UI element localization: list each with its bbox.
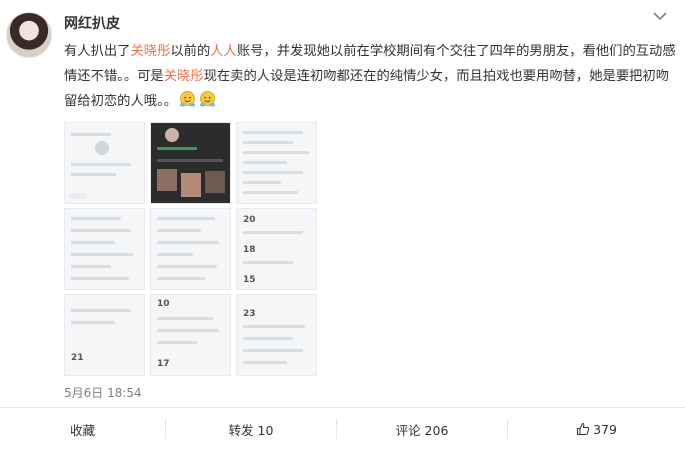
favorite-label: 收藏 <box>69 422 95 438</box>
thumbs-up-icon <box>577 422 590 435</box>
username[interactable]: 网红扒皮 <box>64 13 120 33</box>
like-count: 379 <box>593 421 617 437</box>
post-image-8[interactable]: 10 17 <box>150 294 231 376</box>
thumb-number: 23 <box>243 309 256 319</box>
post-image-5[interactable] <box>150 208 231 290</box>
post-text-segment: 有人扒出了 <box>64 44 131 59</box>
thumb-number: 18 <box>243 245 256 255</box>
avatar[interactable] <box>6 12 52 58</box>
post-text: 有人扒出了关晓彤以前的人人账号，并发现她以前在学校期间有个交往了四年的男朋友，看… <box>64 39 676 114</box>
thumb-number: 17 <box>157 359 170 369</box>
chevron-down-icon[interactable] <box>652 10 668 22</box>
post-image-1[interactable] <box>64 122 145 204</box>
link-renren[interactable]: 人人 <box>210 44 237 59</box>
favorite-button[interactable]: 收藏 <box>0 408 165 449</box>
post-image-3[interactable] <box>236 122 317 204</box>
hashtag-link-guanxiaotong[interactable]: 关晓彤 <box>130 44 170 59</box>
post-text-segment: 以前的 <box>170 44 211 59</box>
post-image-6[interactable]: 20 18 15 <box>236 208 317 290</box>
weibo-post-card: 网红扒皮 有人扒出了关晓彤以前的人人账号，并发现她以前在学校期间有个交往了四年的… <box>0 0 685 449</box>
post-image-2[interactable] <box>150 122 231 204</box>
thumb-number: 20 <box>243 215 256 225</box>
post-timestamp[interactable]: 5月6日 18:54 <box>64 384 142 401</box>
comment-button[interactable]: 评论 206 <box>337 408 507 449</box>
repost-button[interactable]: 转发 10 <box>166 408 336 449</box>
post-image-4[interactable] <box>64 208 145 290</box>
like-button[interactable]: 379 <box>508 408 685 449</box>
thumb-number: 15 <box>243 275 256 285</box>
hashtag-link-guanxiaotong[interactable]: 关晓彤 <box>164 69 204 84</box>
post-image-7[interactable]: 21 <box>64 294 145 376</box>
thumb-number: 21 <box>71 353 84 363</box>
hug-emoji-icon <box>199 91 216 107</box>
repost-label: 转发 10 <box>228 422 274 438</box>
thumb-number: 10 <box>157 299 170 309</box>
image-grid: 20 18 15 21 10 17 23 <box>64 122 317 376</box>
post-image-9[interactable]: 23 <box>236 294 317 376</box>
comment-label: 评论 206 <box>395 422 449 438</box>
hug-emoji-icon <box>179 91 196 107</box>
action-bar: 收藏 转发 10 评论 206 379 <box>0 407 685 449</box>
